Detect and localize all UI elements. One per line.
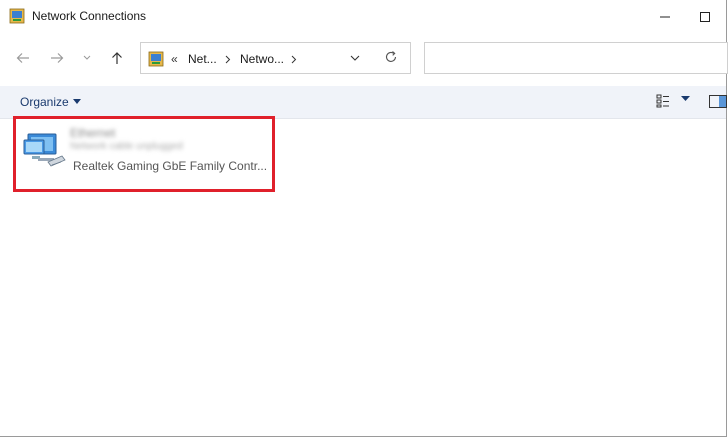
ethernet-adapter-item[interactable]: Ethernet Network cable unplugged Realtek… [16,120,272,190]
ethernet-adapter-icon [23,133,66,167]
minimize-button[interactable] [650,0,680,34]
back-button[interactable] [11,46,35,70]
arrow-up-icon [112,52,122,64]
window-title: Network Connections [32,9,147,23]
address-bar[interactable]: « Net... Netwo... [140,42,411,74]
explorer-window: Network Connections « Net... Netwo... Or… [0,0,728,437]
recent-locations-button[interactable] [77,46,97,70]
address-overflow[interactable]: « [171,52,178,66]
refresh-icon[interactable] [384,50,398,64]
caret-down-icon [72,99,81,104]
adapter-name: Ethernet [70,126,116,140]
view-options-icon[interactable] [656,94,670,108]
network-connections-icon [9,8,25,24]
breadcrumb-network[interactable]: Net... [188,52,217,66]
adapter-status: Network cable unplugged [70,141,183,152]
title-bar: Network Connections [0,0,726,34]
organize-label: Organize [20,95,69,109]
maximize-button[interactable] [690,0,720,34]
navigation-bar: « Net... Netwo... [0,40,728,78]
view-dropdown-icon[interactable] [681,96,690,102]
preview-pane-icon[interactable] [709,95,727,108]
arrow-right-icon [51,53,64,63]
search-box[interactable] [424,42,728,74]
up-button[interactable] [105,46,129,70]
command-bar: Organize [0,86,727,119]
organize-button[interactable]: Organize [20,95,81,109]
maximize-icon [700,12,710,22]
chevron-right-icon[interactable] [291,55,297,64]
network-connections-icon [148,51,164,67]
arrow-left-icon [16,53,29,63]
adapter-device: Realtek Gaming GbE Family Contr... [73,159,268,173]
breadcrumb-network-connections[interactable]: Netwo... [240,52,284,66]
address-history-chevron-icon[interactable] [349,52,361,64]
forward-button[interactable] [45,46,69,70]
chevron-right-icon[interactable] [225,55,231,64]
chevron-down-icon [83,55,91,60]
minimize-icon [660,16,670,18]
